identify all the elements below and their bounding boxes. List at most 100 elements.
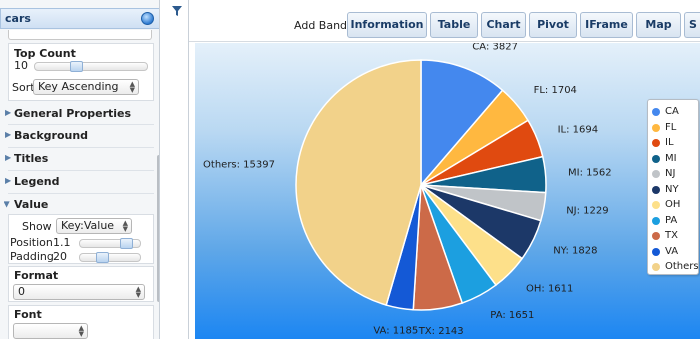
top-count-slider-thumb[interactable] bbox=[70, 61, 83, 72]
position-slider[interactable] bbox=[79, 238, 141, 249]
section-label: Titles bbox=[14, 152, 49, 165]
divider bbox=[8, 170, 154, 171]
padding-value: 20 bbox=[53, 250, 67, 263]
legend-label: IL bbox=[665, 137, 674, 148]
globe-icon[interactable] bbox=[141, 12, 154, 25]
legend-swatch bbox=[652, 201, 660, 209]
legend-item-tx[interactable]: TX bbox=[652, 229, 700, 244]
section-general-properties[interactable]: ▶ General Properties bbox=[4, 104, 154, 124]
collapsed-field-stub bbox=[8, 30, 152, 40]
top-count-group: Top Count 10 Sort Key Ascending ▲ ▼ bbox=[8, 43, 154, 101]
padding-slider-thumb[interactable] bbox=[96, 252, 109, 263]
section-background[interactable]: ▶ Background bbox=[4, 126, 154, 146]
section-legend[interactable]: ▶ Legend bbox=[4, 172, 154, 192]
slice-label-nj: NJ: 1229 bbox=[566, 206, 608, 217]
legend-swatch bbox=[652, 123, 660, 132]
chart-legend: CA FL IL MI NJ NY OH PA TX VA Others bbox=[647, 99, 699, 275]
slice-label-oh: OH: 1611 bbox=[526, 284, 573, 295]
legend-item-pa[interactable]: PA bbox=[652, 214, 700, 229]
add-more-band-button[interactable]: S bbox=[684, 12, 700, 38]
slice-label-ny: NY: 1828 bbox=[553, 245, 597, 256]
panel-title: cars bbox=[5, 12, 31, 25]
format-label: Format bbox=[14, 269, 59, 282]
select-caret-icon: ▲ ▼ bbox=[122, 219, 128, 233]
expand-arrow-icon: ▶ bbox=[5, 176, 12, 185]
slice-label-va: VA: 1185 bbox=[373, 325, 418, 336]
legend-label: TX bbox=[665, 230, 678, 241]
section-label: General Properties bbox=[14, 107, 132, 120]
legend-label: NY bbox=[665, 183, 679, 195]
format-group: Format 0 ▲ ▼ bbox=[8, 266, 154, 302]
add-table-band-button[interactable]: Table bbox=[430, 12, 478, 38]
show-select[interactable]: Key:Value ▲ ▼ bbox=[56, 218, 132, 234]
show-label: Show bbox=[22, 220, 52, 233]
position-label: Position bbox=[10, 236, 53, 249]
slice-label-pa: PA: 1651 bbox=[490, 310, 534, 321]
legend-item-ca[interactable]: CA bbox=[652, 105, 700, 120]
expand-arrow-icon: ▶ bbox=[5, 153, 12, 162]
sort-select[interactable]: Key Ascending ▲ ▼ bbox=[33, 79, 139, 95]
legend-label: Others bbox=[665, 261, 699, 272]
legend-swatch bbox=[652, 108, 660, 116]
legend-label: MI bbox=[665, 152, 677, 164]
legend-item-va[interactable]: VA bbox=[652, 245, 700, 260]
section-label: Legend bbox=[14, 175, 60, 188]
add-iframe-band-button[interactable]: IFrame bbox=[580, 12, 633, 38]
font-select[interactable]: ▲ ▼ bbox=[13, 323, 88, 339]
padding-slider[interactable] bbox=[79, 252, 141, 263]
legend-item-il[interactable]: IL bbox=[652, 136, 700, 151]
divider bbox=[8, 147, 154, 148]
legend-item-fl[interactable]: FL bbox=[652, 121, 700, 136]
slice-label-il: IL: 1694 bbox=[558, 124, 599, 135]
pie-chart-area: CA: 3827 FL: 1704 IL: 1694 MI: 1562 NJ: 1229… bbox=[195, 43, 700, 339]
format-select[interactable]: 0 ▲ ▼ bbox=[13, 284, 145, 300]
panel-header: cars bbox=[0, 8, 159, 29]
slice-label-others: Others: 15397 bbox=[203, 159, 275, 170]
divider bbox=[8, 124, 154, 125]
top-count-value: 10 bbox=[14, 59, 28, 72]
legend-swatch bbox=[652, 216, 660, 225]
expand-arrow-icon: ▶ bbox=[5, 130, 12, 139]
section-value[interactable]: ▶ Value bbox=[4, 195, 154, 215]
font-group: Font ▲ ▼ bbox=[8, 305, 154, 339]
panel-scrollbar[interactable] bbox=[157, 155, 159, 302]
filter-icon[interactable] bbox=[171, 5, 183, 17]
legend-swatch bbox=[652, 185, 660, 194]
report-area: Add Band: Information Table Chart Pivot … bbox=[188, 0, 700, 339]
legend-item-ny[interactable]: NY bbox=[652, 183, 700, 198]
legend-item-nj[interactable]: NJ bbox=[652, 167, 700, 182]
legend-item-oh[interactable]: OH bbox=[652, 198, 700, 213]
properties-panel: cars Top Count 10 Sort Key Ascending ▲▼ bbox=[0, 0, 160, 339]
format-select-value: 0 bbox=[18, 285, 25, 298]
panel-scroll-area: Top Count 10 Sort Key Ascending ▲ ▼ ▶ Gen… bbox=[4, 30, 154, 339]
legend-item-mi[interactable]: MI bbox=[652, 152, 700, 167]
position-slider-thumb[interactable] bbox=[120, 238, 133, 249]
legend-label: FL bbox=[665, 121, 677, 133]
position-value: 1.1 bbox=[53, 236, 71, 249]
add-chart-band-button[interactable]: Chart bbox=[481, 12, 526, 38]
legend-label: OH bbox=[665, 199, 681, 210]
add-pivot-band-button[interactable]: Pivot bbox=[529, 12, 577, 38]
add-band-label: Add Band: bbox=[294, 19, 351, 32]
expand-arrow-icon: ▶ bbox=[5, 108, 12, 117]
sort-select-value: Key Ascending bbox=[38, 80, 119, 93]
legend-swatch bbox=[652, 263, 660, 271]
legend-swatch bbox=[652, 247, 660, 256]
legend-swatch bbox=[652, 139, 660, 147]
slice-label-fl: FL: 1704 bbox=[534, 85, 577, 96]
legend-swatch bbox=[652, 170, 660, 178]
collapse-arrow-icon: ▶ bbox=[4, 201, 12, 207]
section-label: Value bbox=[14, 198, 49, 211]
add-information-band-button[interactable]: Information bbox=[347, 12, 427, 38]
top-count-slider[interactable] bbox=[34, 61, 148, 72]
legend-item-others[interactable]: Others bbox=[652, 260, 700, 275]
slice-label-ca: CA: 3827 bbox=[472, 43, 518, 53]
section-titles[interactable]: ▶ Titles bbox=[4, 149, 154, 169]
select-caret-icon: ▲ ▼ bbox=[78, 324, 84, 338]
legend-label: NJ bbox=[665, 168, 676, 179]
legend-label: CA bbox=[665, 106, 679, 117]
add-map-band-button[interactable]: Map bbox=[636, 12, 681, 38]
band-toolbar: Add Band: Information Table Chart Pivot … bbox=[189, 0, 700, 42]
select-caret-icon: ▲ ▼ bbox=[129, 80, 135, 94]
legend-label: PA bbox=[665, 214, 678, 226]
